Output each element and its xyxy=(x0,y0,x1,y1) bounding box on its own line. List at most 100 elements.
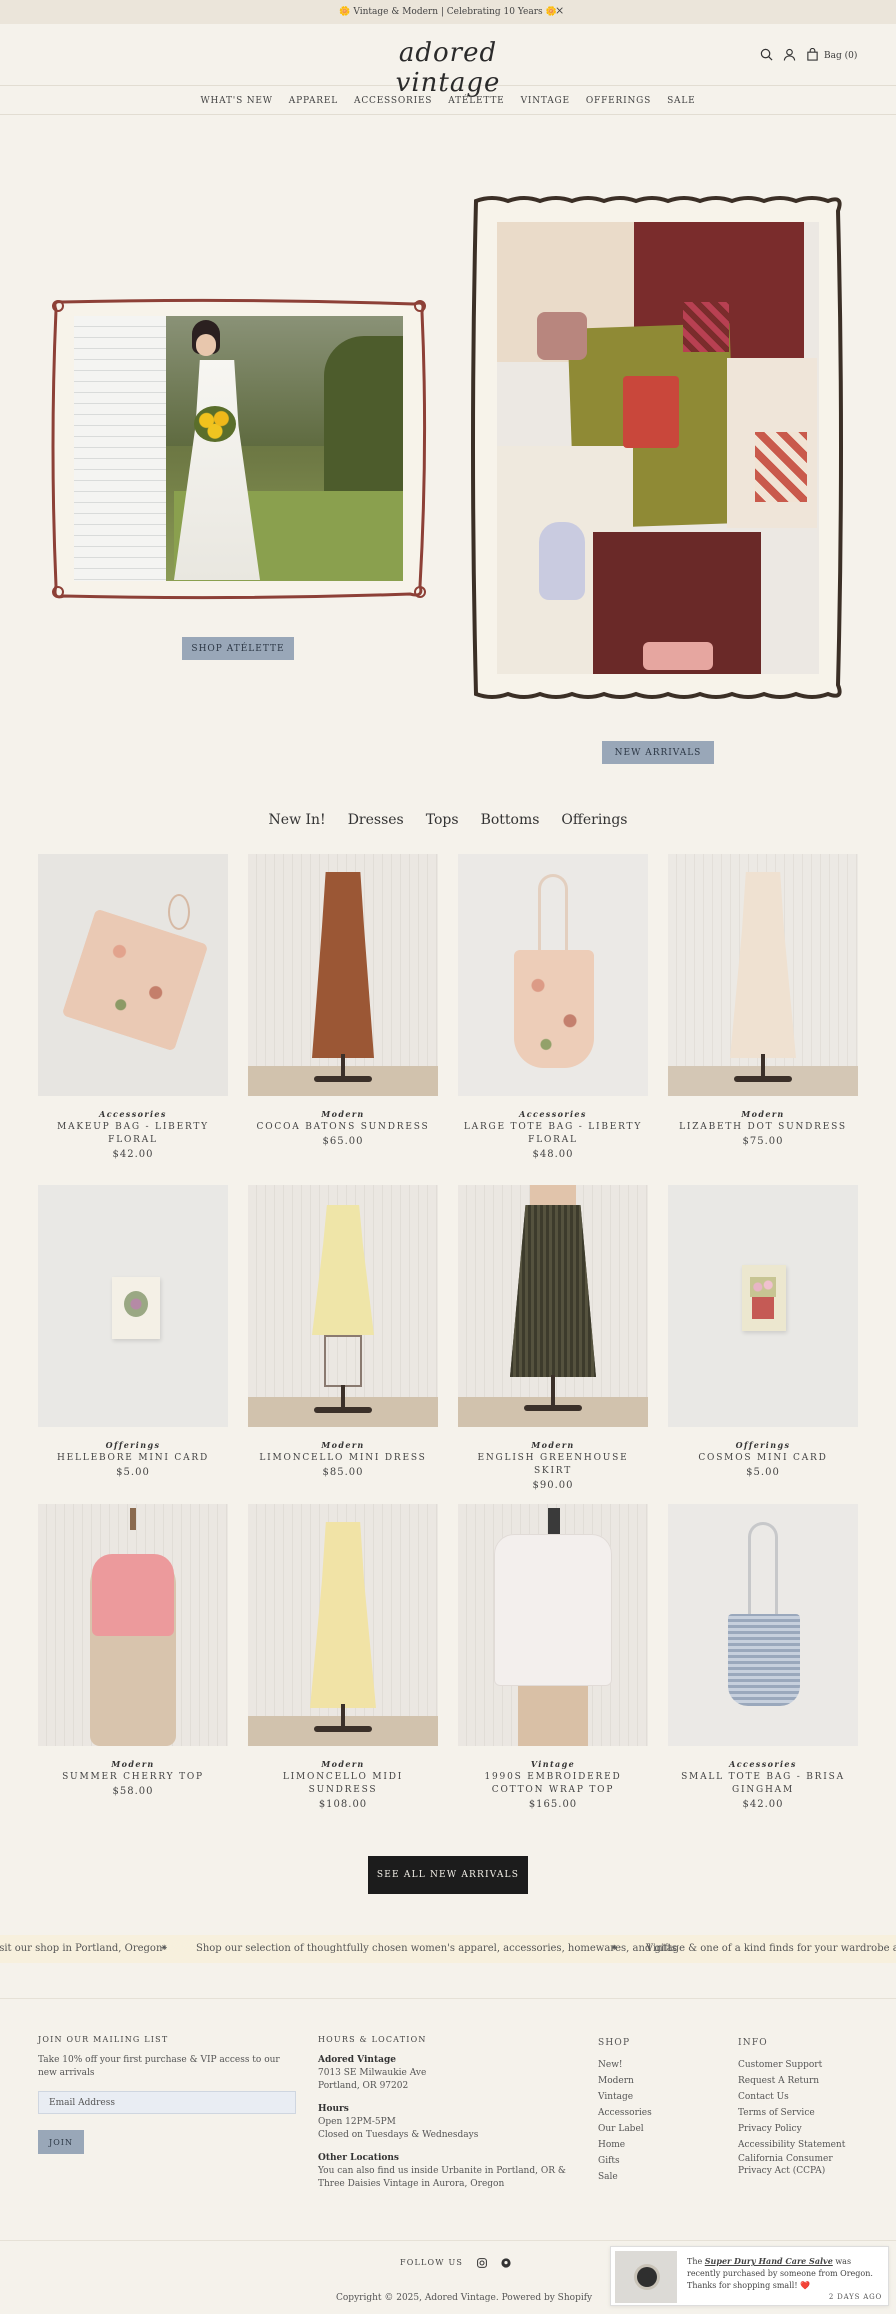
product-card[interactable]: Modern COCOA BATONS SUNDRESS $65.00 xyxy=(248,854,438,1147)
footer-link-ccpa[interactable]: California Consumer Privacy Act (CCPA) xyxy=(738,2153,858,2177)
product-card[interactable]: Accessories MAKEUP BAG - LIBERTY FLORAL … xyxy=(38,854,228,1160)
search-icon[interactable] xyxy=(760,48,773,64)
product-category: Modern xyxy=(741,1109,785,1119)
card-pot xyxy=(752,1297,774,1319)
nav-item-accessories[interactable]: ACCESSORIES xyxy=(354,96,432,106)
nav-item-vintage[interactable]: VINTAGE xyxy=(521,96,570,106)
hero-photo-floral-cards[interactable] xyxy=(497,222,819,674)
cart-button[interactable]: Bag (0) xyxy=(806,47,858,64)
close-icon[interactable]: × xyxy=(555,4,564,17)
product-category: Vintage xyxy=(530,1759,576,1769)
product-image[interactable] xyxy=(668,1185,858,1427)
product-image[interactable] xyxy=(668,854,858,1096)
product-image[interactable] xyxy=(668,1504,858,1746)
product-image[interactable] xyxy=(248,1185,438,1427)
email-input[interactable]: Email Address xyxy=(38,2091,296,2114)
tab-tops[interactable]: Tops xyxy=(426,812,459,828)
nav-item-offerings[interactable]: OFFERINGS xyxy=(586,96,651,106)
product-price: $90.00 xyxy=(532,1480,574,1491)
product-name[interactable]: HELLEBORE MINI CARD xyxy=(38,1452,228,1465)
marquee-item: Shop our selection of thoughtfully chose… xyxy=(196,1943,677,1954)
product-card[interactable]: Offerings HELLEBORE MINI CARD $5.00 xyxy=(38,1185,228,1478)
product-category: Modern xyxy=(321,1759,365,1769)
nav-item-sale[interactable]: SALE xyxy=(667,96,695,106)
product-name[interactable]: 1990S EMBROIDERED COTTON WRAP TOP xyxy=(458,1771,648,1797)
footer-link-terms[interactable]: Terms of Service xyxy=(738,2105,858,2121)
toast-product-image xyxy=(615,2251,677,2303)
mannequin-body xyxy=(518,1684,588,1746)
footer-link-accessibility[interactable]: Accessibility Statement xyxy=(738,2137,858,2153)
hours-heading: HOURS & LOCATION xyxy=(318,2035,427,2044)
tab-dresses[interactable]: Dresses xyxy=(348,812,404,828)
product-card[interactable]: Modern LIMONCELLO MIDI SUNDRESS $108.00 xyxy=(248,1504,438,1810)
product-card[interactable]: Accessories SMALL TOTE BAG - BRISA GINGH… xyxy=(668,1504,858,1810)
nav-item-whats-new[interactable]: WHAT'S NEW xyxy=(200,96,272,106)
footer-link-sale[interactable]: Sale xyxy=(598,2169,718,2185)
product-image[interactable] xyxy=(248,854,438,1096)
product-card[interactable]: Modern SUMMER CHERRY TOP $58.00 xyxy=(38,1504,228,1797)
product-card[interactable]: Modern LIMONCELLO MINI DRESS $85.00 xyxy=(248,1185,438,1478)
footer-link-request-return[interactable]: Request A Return xyxy=(738,2073,858,2089)
account-icon[interactable] xyxy=(783,48,796,64)
recent-purchase-toast[interactable]: The Super Dury Hand Care Salve was recen… xyxy=(610,2246,889,2306)
wire-form xyxy=(324,1335,362,1387)
product-image[interactable] xyxy=(458,1504,648,1746)
footer-link-modern[interactable]: Modern xyxy=(598,2073,718,2089)
product-image[interactable] xyxy=(38,1504,228,1746)
nav-item-apparel[interactable]: APPAREL xyxy=(289,96,338,106)
salve-tin xyxy=(637,2267,657,2287)
mannequin-stand xyxy=(341,1054,345,1078)
product-card[interactable]: Modern LIZABETH DOT SUNDRESS $75.00 xyxy=(668,854,858,1147)
product-name[interactable]: COSMOS MINI CARD xyxy=(668,1452,858,1465)
tab-new-in[interactable]: New In! xyxy=(269,812,326,828)
footer-link-vintage[interactable]: Vintage xyxy=(598,2089,718,2105)
footer-link-new[interactable]: New! xyxy=(598,2057,718,2073)
mannequin-base xyxy=(524,1405,582,1411)
pinterest-icon[interactable] xyxy=(501,2253,511,2272)
product-image[interactable] xyxy=(38,854,228,1096)
product-name[interactable]: SMALL TOTE BAG - BRISA GINGHAM xyxy=(668,1771,858,1797)
footer-link-contact[interactable]: Contact Us xyxy=(738,2089,858,2105)
product-category: Accessories xyxy=(99,1109,167,1119)
bag-label: Bag (0) xyxy=(824,51,858,61)
mannequin-base xyxy=(314,1076,372,1082)
product-card[interactable]: Accessories LARGE TOTE BAG - LIBERTY FLO… xyxy=(458,854,648,1160)
footer-link-home[interactable]: Home xyxy=(598,2137,718,2153)
product-card[interactable]: Vintage 1990S EMBROIDERED COTTON WRAP TO… xyxy=(458,1504,648,1810)
footer-link-gifts[interactable]: Gifts xyxy=(598,2153,718,2169)
product-image[interactable] xyxy=(248,1504,438,1746)
product-name[interactable]: MAKEUP BAG - LIBERTY FLORAL xyxy=(38,1121,228,1147)
product-name[interactable]: LIMONCELLO MIDI SUNDRESS xyxy=(248,1771,438,1797)
footer-link-accessories[interactable]: Accessories xyxy=(598,2105,718,2121)
product-image[interactable] xyxy=(458,1185,648,1427)
hero-photo-woman-sunflowers[interactable] xyxy=(74,316,403,581)
product-category: Offerings xyxy=(735,1440,791,1450)
see-all-new-arrivals-button[interactable]: SEE ALL NEW ARRIVALS xyxy=(368,1856,528,1894)
product-name[interactable]: COCOA BATONS SUNDRESS xyxy=(248,1121,438,1134)
new-arrivals-button[interactable]: NEW ARRIVALS xyxy=(602,741,714,764)
toast-product-link[interactable]: Super Dury Hand Care Salve xyxy=(705,2256,833,2266)
product-name[interactable]: LIZABETH DOT SUNDRESS xyxy=(668,1121,858,1134)
site-logo[interactable]: adored vintage xyxy=(364,38,532,98)
product-card[interactable]: Modern ENGLISH GREENHOUSE SKIRT $90.00 xyxy=(458,1185,648,1491)
tab-bottoms[interactable]: Bottoms xyxy=(481,812,540,828)
footer-link-our-label[interactable]: Our Label xyxy=(598,2121,718,2137)
nav-item-atelette[interactable]: ATÉLETTE xyxy=(448,96,504,106)
footer-link-customer-support[interactable]: Customer Support xyxy=(738,2057,858,2073)
tab-offerings[interactable]: Offerings xyxy=(561,812,627,828)
instagram-icon[interactable] xyxy=(477,2253,487,2272)
pouch-strap xyxy=(168,894,190,930)
product-name[interactable]: LIMONCELLO MINI DRESS xyxy=(248,1452,438,1465)
shop-heading: SHOP xyxy=(598,2038,631,2048)
product-image[interactable] xyxy=(38,1185,228,1427)
product-category: Modern xyxy=(321,1440,365,1450)
product-image[interactable] xyxy=(458,854,648,1096)
product-card[interactable]: Offerings COSMOS MINI CARD $5.00 xyxy=(668,1185,858,1478)
shop-atelette-button[interactable]: SHOP ATÉLETTE xyxy=(182,637,294,660)
product-name[interactable]: SUMMER CHERRY TOP xyxy=(38,1771,228,1784)
footer-link-privacy[interactable]: Privacy Policy xyxy=(738,2121,858,2137)
product-name[interactable]: LARGE TOTE BAG - LIBERTY FLORAL xyxy=(458,1121,648,1147)
product-name[interactable]: ENGLISH GREENHOUSE SKIRT xyxy=(458,1452,648,1478)
other-locations-label: Other Locations xyxy=(318,2153,399,2163)
join-button[interactable]: JOIN xyxy=(38,2130,84,2154)
